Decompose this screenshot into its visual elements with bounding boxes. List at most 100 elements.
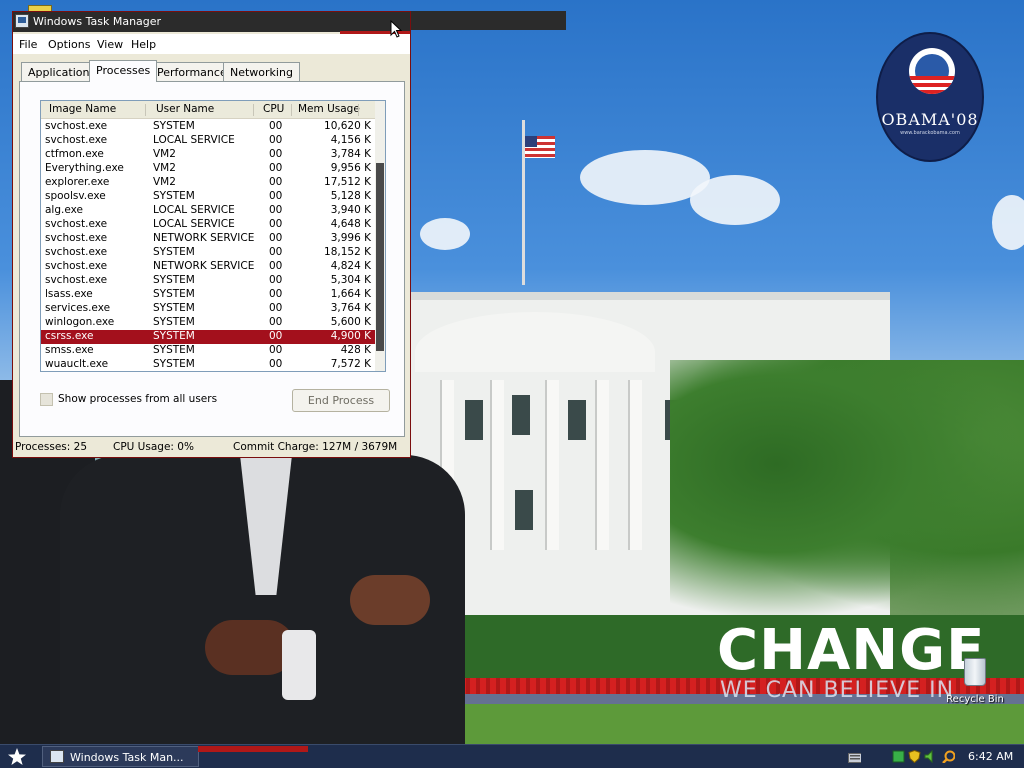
taskbar-accent: [198, 746, 308, 752]
process-cpu: 00: [269, 134, 283, 146]
process-mem-usage: 4,824 K: [330, 260, 371, 272]
process-user-name: VM2: [153, 148, 176, 160]
status-bar: Processes: 25 CPU Usage: 0% Commit Charg…: [13, 438, 410, 457]
column: [490, 380, 504, 550]
recycle-bin-shortcut[interactable]: Recycle Bin: [944, 656, 1006, 710]
column-divider[interactable]: [253, 104, 254, 116]
table-row[interactable]: wuauclt.exe SYSTEM 00 7,572 K: [41, 358, 377, 371]
process-list[interactable]: Image Name User Name CPU Mem Usage svcho…: [40, 100, 386, 372]
menu-file[interactable]: File: [19, 38, 37, 51]
table-row[interactable]: smss.exe SYSTEM 00 428 K: [41, 344, 377, 358]
process-mem-usage: 7,572 K: [330, 358, 371, 370]
process-user-name: SYSTEM: [153, 358, 195, 370]
table-row[interactable]: svchost.exe SYSTEM 00 18,152 K: [41, 246, 377, 260]
slogan-sub: WE CAN BELIEVE IN: [720, 678, 955, 703]
process-mem-usage: 4,648 K: [330, 218, 371, 230]
process-cpu: 00: [269, 316, 283, 328]
process-cpu: 00: [269, 176, 283, 188]
menu-options[interactable]: Options: [48, 38, 90, 51]
menu-view[interactable]: View: [97, 38, 123, 51]
process-rows: svchost.exe SYSTEM 00 10,620 K svchost.exe LO…: [41, 120, 377, 371]
list-header: Image Name User Name CPU Mem Usage: [41, 101, 377, 119]
process-user-name: LOCAL SERVICE: [153, 204, 235, 216]
status-commit-charge: Commit Charge: 127M / 3679M: [233, 441, 398, 453]
show-all-users-checkbox[interactable]: [40, 393, 53, 406]
tab-performance[interactable]: Performance: [150, 62, 234, 81]
scrollbar[interactable]: [375, 101, 385, 371]
window: [515, 490, 533, 530]
table-row[interactable]: svchost.exe NETWORK SERVICE 00 4,824 K: [41, 260, 377, 274]
process-mem-usage: 3,784 K: [330, 148, 371, 160]
process-mem-usage: 5,304 K: [330, 274, 371, 286]
shield-icon[interactable]: [908, 750, 921, 763]
table-row[interactable]: services.exe SYSTEM 00 3,764 K: [41, 302, 377, 316]
column-header-user-name[interactable]: User Name: [156, 103, 214, 115]
process-mem-usage: 428 K: [340, 344, 371, 356]
process-cpu: 00: [269, 162, 283, 174]
process-user-name: SYSTEM: [153, 120, 195, 132]
window-titlebar-extension[interactable]: [410, 11, 566, 30]
process-cpu: 00: [269, 330, 283, 342]
recycle-bin-label: Recycle Bin: [946, 694, 1004, 705]
table-row[interactable]: csrss.exe SYSTEM 00 4,900 K: [41, 330, 377, 344]
table-row[interactable]: svchost.exe SYSTEM 00 5,304 K: [41, 274, 377, 288]
process-image-name: svchost.exe: [45, 274, 108, 286]
table-row[interactable]: ctfmon.exe VM2 00 3,784 K: [41, 148, 377, 162]
column-header-image-name[interactable]: Image Name: [49, 103, 116, 115]
table-row[interactable]: spoolsv.exe SYSTEM 00 5,128 K: [41, 190, 377, 204]
search-icon[interactable]: [942, 750, 955, 763]
column-divider[interactable]: [358, 104, 359, 116]
volume-icon[interactable]: [924, 750, 937, 763]
process-user-name: SYSTEM: [153, 316, 195, 328]
process-image-name: svchost.exe: [45, 246, 108, 258]
process-cpu: 00: [269, 274, 283, 286]
column-divider[interactable]: [145, 104, 146, 116]
tab-processes[interactable]: Processes: [89, 60, 158, 82]
table-row[interactable]: alg.exe LOCAL SERVICE 00 3,940 K: [41, 204, 377, 218]
column-header-cpu[interactable]: CPU: [263, 103, 284, 115]
process-image-name: svchost.exe: [45, 120, 108, 132]
table-row[interactable]: svchost.exe SYSTEM 00 10,620 K: [41, 120, 377, 134]
mouse-cursor-icon: [390, 20, 403, 38]
process-mem-usage: 4,156 K: [330, 134, 371, 146]
process-image-name: alg.exe: [45, 204, 83, 216]
show-all-users-label[interactable]: Show processes from all users: [58, 393, 217, 405]
network-icon[interactable]: [892, 750, 905, 763]
title-bar[interactable]: Windows Task Manager: [13, 12, 410, 32]
table-row[interactable]: Everything.exe VM2 00 9,956 K: [41, 162, 377, 176]
table-row[interactable]: winlogon.exe SYSTEM 00 5,600 K: [41, 316, 377, 330]
process-user-name: SYSTEM: [153, 302, 195, 314]
task-manager-window: Windows Task Manager File Options View H…: [12, 11, 411, 458]
process-mem-usage: 5,600 K: [330, 316, 371, 328]
taskbar-button-task-manager[interactable]: Windows Task Man...: [42, 746, 199, 767]
column: [595, 380, 609, 550]
tab-networking[interactable]: Networking: [223, 62, 300, 81]
process-cpu: 00: [269, 260, 283, 272]
taskbar: Windows Task Man... 6:42 AM: [0, 744, 1024, 768]
process-user-name: NETWORK SERVICE: [153, 260, 255, 272]
end-process-button[interactable]: End Process: [292, 389, 390, 412]
column: [628, 380, 642, 550]
table-row[interactable]: svchost.exe LOCAL SERVICE 00 4,648 K: [41, 218, 377, 232]
column-header-mem-usage[interactable]: Mem Usage: [298, 103, 360, 115]
clock[interactable]: 6:42 AM: [968, 750, 1013, 763]
column-divider[interactable]: [291, 104, 292, 116]
process-mem-usage: 18,152 K: [324, 246, 371, 258]
table-row[interactable]: explorer.exe VM2 00 17,512 K: [41, 176, 377, 190]
process-image-name: Everything.exe: [45, 162, 124, 174]
table-row[interactable]: lsass.exe SYSTEM 00 1,664 K: [41, 288, 377, 302]
obama-logo-text: OBAMA'08: [881, 110, 979, 129]
process-mem-usage: 3,940 K: [330, 204, 371, 216]
window: [568, 400, 586, 440]
menu-help[interactable]: Help: [131, 38, 156, 51]
process-cpu: 00: [269, 246, 283, 258]
process-cpu: 00: [269, 120, 283, 132]
process-cpu: 00: [269, 358, 283, 370]
status-processes: Processes: 25: [15, 441, 87, 453]
scrollbar-thumb[interactable]: [376, 163, 384, 351]
table-row[interactable]: svchost.exe NETWORK SERVICE 00 3,996 K: [41, 232, 377, 246]
process-user-name: SYSTEM: [153, 288, 195, 300]
start-button[interactable]: [6, 747, 28, 767]
table-row[interactable]: svchost.exe LOCAL SERVICE 00 4,156 K: [41, 134, 377, 148]
keyboard-icon[interactable]: [848, 753, 861, 766]
